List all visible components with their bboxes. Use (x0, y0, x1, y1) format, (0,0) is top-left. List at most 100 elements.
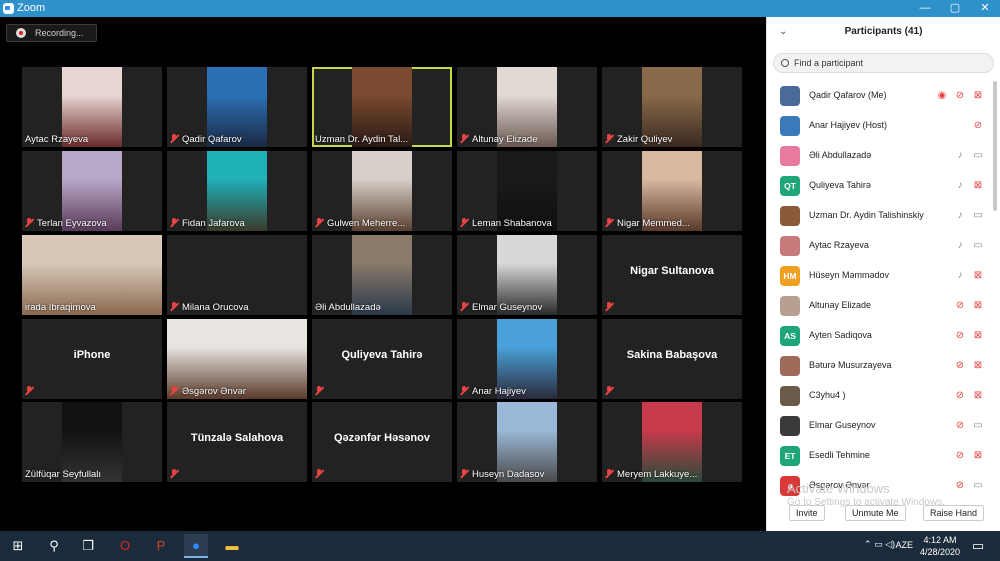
raise-hand-button[interactable]: Raise Hand (923, 505, 985, 521)
avatar (780, 416, 800, 436)
participant-search-input[interactable]: Find a participant (773, 53, 994, 73)
participant-row[interactable]: Elmar Guseynov ⊘ ▭ (767, 411, 993, 441)
participant-row[interactable]: AS Ayten Sadiqova ⊘ ⊠ (767, 321, 993, 351)
minimize-button[interactable]: — (910, 0, 940, 17)
search-icon[interactable]: ⚲ (42, 534, 66, 558)
muted-mic-icon[interactable]: ⊘ (953, 449, 967, 463)
powerpoint-icon[interactable]: P (149, 534, 173, 558)
notifications-icon[interactable]: ▭ (966, 534, 990, 558)
participant-row[interactable]: Altunay Elizade ⊘ ⊠ (767, 291, 993, 321)
tile-name-text: Gulwen Meherre... (327, 218, 406, 229)
recording-indicator[interactable]: Recording... (6, 24, 97, 42)
opera-icon[interactable]: O (113, 534, 137, 558)
video-tile[interactable]: Aytac Rzayeva (22, 67, 162, 147)
zoom-taskbar-icon[interactable]: ● (184, 534, 208, 558)
video-icon[interactable]: ▭ (971, 479, 985, 493)
video-tile[interactable]: Altunay Elizade (457, 67, 597, 147)
video-tile[interactable]: iPhone (22, 319, 162, 399)
muted-mic-icon[interactable]: ⊘ (953, 359, 967, 373)
mic-icon[interactable]: ♪ (953, 269, 967, 283)
invite-button[interactable]: Invite (789, 505, 825, 521)
video-tile[interactable]: Qadir Qafarov (167, 67, 307, 147)
participant-name: Əli Abdullazadə (809, 150, 872, 160)
video-tile[interactable]: Anar Hajiyev (457, 319, 597, 399)
avatar (780, 206, 800, 226)
participant-row[interactable]: QT Quliyeva Tahirə ♪ ⊠ (767, 171, 993, 201)
video-tile[interactable]: Zakir Quliyev (602, 67, 742, 147)
language-indicator[interactable]: AZE (895, 540, 913, 550)
tile-name-label: Gulwen Meherre... (315, 218, 405, 229)
video-tile[interactable]: Gulwen Meherre... (312, 151, 452, 231)
video-tile[interactable]: Quliyeva Tahirə (312, 319, 452, 399)
participant-row[interactable]: Bəturə Musurzayeva ⊘ ⊠ (767, 351, 993, 381)
video-tile[interactable]: Nigar Sultanova (602, 235, 742, 315)
video-icon[interactable]: ▭ (971, 149, 985, 163)
system-tray[interactable]: ⌃ ▭ ◁) (864, 539, 895, 550)
close-button[interactable]: ✕ (970, 0, 1000, 17)
participant-name: Qadir Qafarov (Me) (809, 90, 887, 100)
video-tile[interactable]: Sakina Babaşova (602, 319, 742, 399)
video-tile[interactable]: Qəzənfər Həsənov (312, 402, 452, 482)
video-off-icon[interactable]: ⊠ (971, 89, 985, 103)
video-off-icon[interactable]: ⊠ (971, 329, 985, 343)
chevron-down-icon[interactable]: ⌄ (779, 17, 787, 47)
taskbar-clock[interactable]: 4:12 AM 4/28/2020 (920, 534, 960, 558)
muted-mic-icon[interactable]: ⊘ (953, 419, 967, 433)
participant-row[interactable]: Əli Abdullazadə ♪ ▭ (767, 141, 993, 171)
video-off-icon[interactable]: ⊠ (971, 269, 985, 283)
video-tile[interactable]: Əli Abdullazadə (312, 235, 452, 315)
participant-display-name: Tünzalə Salahova (190, 432, 284, 444)
video-tile[interactable]: Nigar Memmed... (602, 151, 742, 231)
video-tile[interactable]: Əsgərov Ənvər (167, 319, 307, 399)
participant-name: Elmar Guseynov (809, 420, 876, 430)
tile-name-label: Uzman Dr. Aydin Tal... (315, 134, 408, 145)
video-icon[interactable]: ▭ (971, 239, 985, 253)
windows-start-icon[interactable]: ⊞ (6, 534, 30, 558)
video-tile[interactable]: Zülfüqar Seyfullalı (22, 402, 162, 482)
participant-row[interactable]: Qadir Qafarov (Me) ◉ ⊘ ⊠ (767, 81, 993, 111)
file-explorer-icon[interactable]: ▬ (220, 534, 244, 558)
unmute-me-button[interactable]: Unmute Me (845, 505, 906, 521)
muted-mic-icon[interactable]: ⊘ (953, 479, 967, 493)
video-tile[interactable]: Huseyn Dadasov (457, 402, 597, 482)
video-tile[interactable]: Meryem Lakkuye... (602, 402, 742, 482)
participant-row[interactable]: Uzman Dr. Aydin Talishinskiy ♪ ▭ (767, 201, 993, 231)
mic-icon[interactable]: ♪ (953, 239, 967, 253)
mic-icon[interactable]: ♪ (953, 209, 967, 223)
muted-mic-icon[interactable]: ⊘ (953, 299, 967, 313)
task-view-icon[interactable]: ❐ (76, 534, 100, 558)
maximize-button[interactable]: ▢ (940, 0, 970, 17)
video-icon[interactable]: ▭ (971, 419, 985, 433)
muted-mic-icon[interactable]: ⊘ (953, 89, 967, 103)
muted-mic-icon (460, 469, 469, 478)
video-off-icon[interactable]: ⊠ (971, 179, 985, 193)
participant-row[interactable]: Anar Hajiyev (Host) ⊘ (767, 111, 993, 141)
search-icon (781, 59, 789, 67)
muted-mic-icon[interactable]: ⊘ (953, 329, 967, 343)
mic-icon[interactable]: ♪ (953, 149, 967, 163)
participant-row[interactable]: HM Hüseyn Məmmədov ♪ ⊠ (767, 261, 993, 291)
video-tile[interactable]: Fidan Jafarova (167, 151, 307, 231)
tile-name-text: irada Ibraqimova (25, 302, 96, 313)
video-tile[interactable]: Uzman Dr. Aydin Tal... (312, 67, 452, 147)
clock-date: 4/28/2020 (919, 547, 960, 557)
video-tile[interactable]: irada Ibraqimova (22, 235, 162, 315)
participant-row[interactable]: ET Esedli Tehmine ⊘ ⊠ (767, 441, 993, 471)
video-off-icon[interactable]: ⊠ (971, 359, 985, 373)
muted-mic-icon[interactable]: ⊘ (953, 389, 967, 403)
mic-icon[interactable]: ♪ (953, 179, 967, 193)
participant-row[interactable]: Aytac Rzayeva ♪ ▭ (767, 231, 993, 261)
video-off-icon[interactable]: ⊠ (971, 449, 985, 463)
video-tile[interactable]: Terlan Eyvazova (22, 151, 162, 231)
muted-mic-icon[interactable]: ⊘ (971, 119, 985, 133)
muted-mic-icon (605, 302, 614, 311)
participant-list-scrollbar[interactable] (993, 81, 997, 211)
video-tile[interactable]: Tünzalə Salahova (167, 402, 307, 482)
video-tile[interactable]: Milana Orucova (167, 235, 307, 315)
video-icon[interactable]: ▭ (971, 209, 985, 223)
video-tile[interactable]: Elmar Guseynov (457, 235, 597, 315)
participant-row[interactable]: C3yhu4 ) ⊘ ⊠ (767, 381, 993, 411)
video-tile[interactable]: Leman Shabanova (457, 151, 597, 231)
video-off-icon[interactable]: ⊠ (971, 299, 985, 313)
video-off-icon[interactable]: ⊠ (971, 389, 985, 403)
